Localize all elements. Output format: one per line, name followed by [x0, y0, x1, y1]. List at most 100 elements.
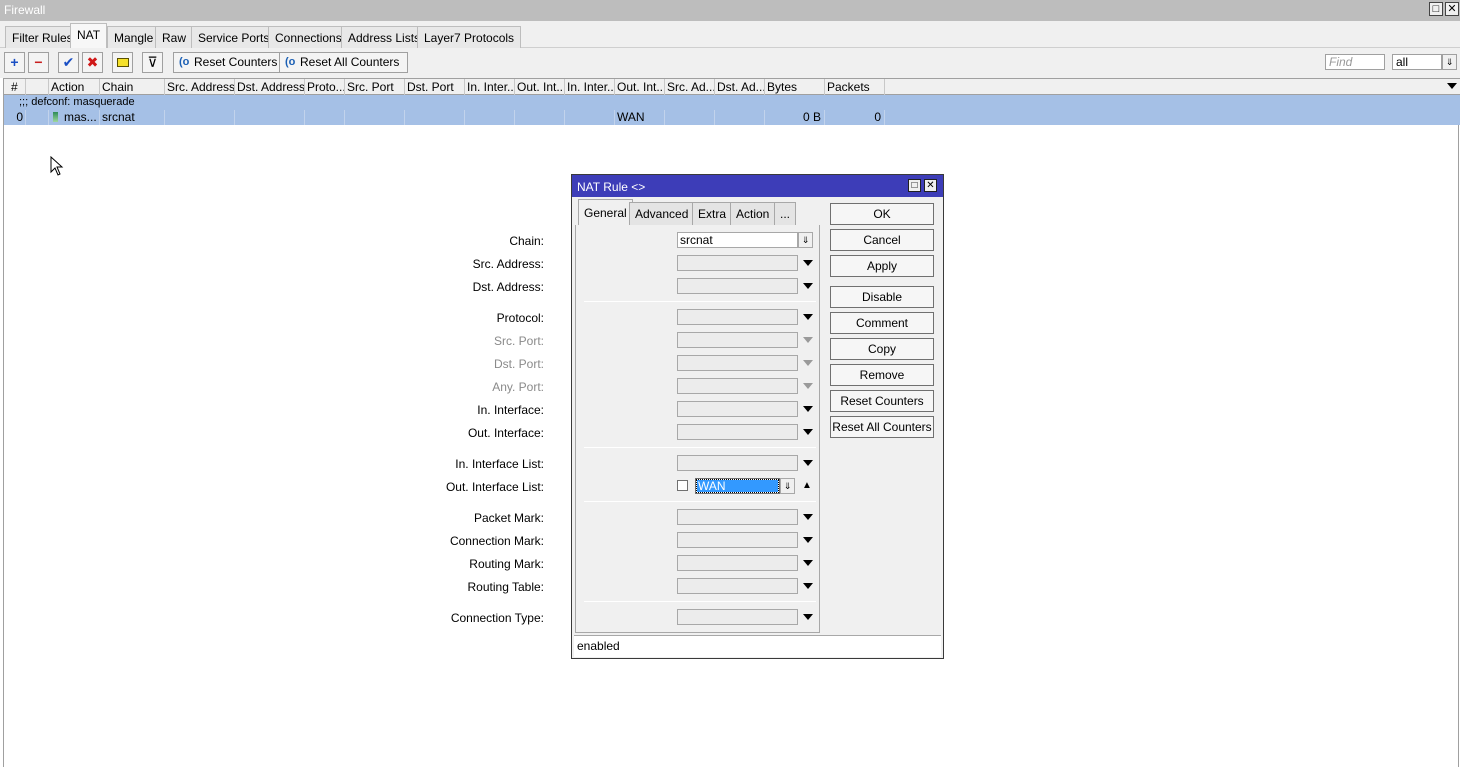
restore-icon[interactable]: □	[1429, 2, 1443, 16]
col-out-interface[interactable]: Out. Int...	[515, 79, 565, 95]
tab-filter-rules[interactable]: Filter Rules	[5, 26, 80, 48]
window-title: Firewall	[4, 3, 46, 17]
collapse-up-icon[interactable]: ▲	[802, 480, 812, 492]
comment-note-icon[interactable]	[112, 52, 133, 73]
ok-button[interactable]: OK	[830, 203, 934, 225]
toolbar: + − ✔ ✖ ⊽ (o Reset Counters (o Reset All…	[0, 48, 1460, 78]
col-dst-port[interactable]: Dst. Port	[405, 79, 465, 95]
comment-button[interactable]: Comment	[830, 312, 934, 334]
dialog-tab-action[interactable]: Action	[730, 202, 776, 225]
src-address-arrow-icon[interactable]	[803, 260, 813, 266]
reset-counters-button[interactable]: (o Reset Counters	[173, 52, 287, 73]
tab-address-lists[interactable]: Address Lists	[341, 26, 428, 48]
copy-button[interactable]: Copy	[830, 338, 934, 360]
column-menu-arrow-icon[interactable]	[1447, 83, 1457, 89]
routing-table-arrow-icon[interactable]	[803, 583, 813, 589]
col-action[interactable]: Action	[49, 79, 100, 95]
in-interface-label: In. Interface:	[477, 403, 544, 417]
col-src-port[interactable]: Src. Port	[345, 79, 405, 95]
out-interface-list-dropdown-icon[interactable]: ⇓	[780, 478, 795, 494]
out-interface-list-value: WAN	[696, 479, 779, 493]
tab-raw[interactable]: Raw	[155, 26, 194, 48]
col-bytes[interactable]: Bytes	[765, 79, 825, 95]
col-flags[interactable]	[26, 79, 49, 95]
reset-all-counters-button[interactable]: (o Reset All Counters	[279, 52, 409, 73]
out-interface-arrow-icon[interactable]	[803, 429, 813, 435]
col-packets[interactable]: Packets	[825, 79, 885, 95]
in-interface-field[interactable]	[677, 401, 798, 417]
table-row[interactable]: 0 mas... srcnat WAN 0 B 0	[4, 110, 1460, 125]
find-input[interactable]: Find	[1325, 54, 1385, 70]
chain-dropdown-icon[interactable]: ⇓	[798, 232, 813, 248]
reset-counters-label: Reset Counters	[194, 55, 278, 69]
routing-table-field[interactable]	[677, 578, 798, 594]
col-dst-address-list[interactable]: Dst. Ad...	[715, 79, 765, 95]
col-out-interface-list[interactable]: Out. Int...	[615, 79, 665, 95]
in-interface-arrow-icon[interactable]	[803, 406, 813, 412]
src-port-field	[677, 332, 798, 348]
dialog-status-bar: enabled	[574, 635, 941, 657]
dialog-tab-extra[interactable]: Extra	[692, 202, 733, 225]
in-interface-list-field[interactable]	[677, 455, 798, 471]
packet-mark-label: Packet Mark:	[473, 511, 544, 525]
col-in-interface[interactable]: In. Inter...	[465, 79, 515, 95]
dst-address-field[interactable]	[677, 278, 798, 294]
tab-connections[interactable]: Connections	[268, 26, 349, 48]
dialog-tab-advanced[interactable]: Advanced	[629, 202, 695, 225]
col-dst-address[interactable]: Dst. Address	[235, 79, 305, 95]
col-protocol[interactable]: Proto...	[305, 79, 345, 95]
chain-label: Chain:	[509, 234, 544, 248]
src-port-arrow-icon	[803, 337, 813, 343]
col-in-interface-list[interactable]: In. Inter...	[565, 79, 615, 95]
protocol-field[interactable]	[677, 309, 798, 325]
protocol-arrow-icon[interactable]	[803, 314, 813, 320]
packet-mark-arrow-icon[interactable]	[803, 514, 813, 520]
out-interface-field[interactable]	[677, 424, 798, 440]
connection-type-field[interactable]	[677, 609, 798, 625]
dialog-tab-general[interactable]: General	[578, 199, 633, 226]
any-port-arrow-icon	[803, 383, 813, 389]
connection-mark-field[interactable]	[677, 532, 798, 548]
out-interface-list-negate-checkbox[interactable]	[677, 480, 688, 491]
enable-check-icon[interactable]: ✔	[58, 52, 79, 73]
filter-select[interactable]: all	[1392, 54, 1442, 70]
row-src-address	[165, 110, 235, 125]
cancel-button[interactable]: Cancel	[830, 229, 934, 251]
filter-select-arrow-icon[interactable]: ⇓	[1442, 54, 1457, 70]
col-chain[interactable]: Chain	[100, 79, 165, 95]
rule-comment-row[interactable]: ;;; defconf: masquerade	[4, 95, 1460, 110]
reset-all-counters-dialog-button[interactable]: Reset All Counters	[830, 416, 934, 438]
connection-mark-label: Connection Mark:	[449, 534, 544, 548]
routing-mark-arrow-icon[interactable]	[803, 560, 813, 566]
dialog-close-icon[interactable]: ✕	[924, 179, 937, 192]
close-icon[interactable]: ✕	[1445, 2, 1459, 16]
filter-icon[interactable]: ⊽	[142, 52, 163, 73]
tab-nat[interactable]: NAT	[70, 23, 108, 48]
connection-type-arrow-icon[interactable]	[803, 614, 813, 620]
in-interface-list-arrow-icon[interactable]	[803, 460, 813, 466]
tab-layer7-protocols[interactable]: Layer7 Protocols	[417, 26, 522, 48]
dialog-tab-more[interactable]: ...	[774, 202, 797, 225]
connection-mark-arrow-icon[interactable]	[803, 537, 813, 543]
dst-address-label: Dst. Address:	[472, 280, 544, 294]
reset-counters-dialog-button[interactable]: Reset Counters	[830, 390, 934, 412]
dialog-restore-icon[interactable]: □	[908, 179, 921, 192]
src-address-field[interactable]	[677, 255, 798, 271]
col-src-address-list[interactable]: Src. Ad...	[665, 79, 715, 95]
tab-mangle[interactable]: Mangle	[107, 26, 161, 48]
routing-mark-field[interactable]	[677, 555, 798, 571]
col-number[interactable]: #	[4, 79, 26, 95]
out-interface-list-field[interactable]: WAN	[695, 478, 780, 494]
remove-icon[interactable]: −	[28, 52, 49, 73]
remove-button[interactable]: Remove	[830, 364, 934, 386]
chain-field[interactable]: srcnat	[677, 232, 798, 248]
apply-button[interactable]: Apply	[830, 255, 934, 277]
tab-service-ports[interactable]: Service Ports	[191, 26, 277, 48]
col-src-address[interactable]: Src. Address	[165, 79, 235, 95]
disable-x-icon[interactable]: ✖	[82, 52, 103, 73]
dst-address-arrow-icon[interactable]	[803, 283, 813, 289]
add-icon[interactable]: +	[4, 52, 25, 73]
row-dst-port	[405, 110, 465, 125]
disable-button[interactable]: Disable	[830, 286, 934, 308]
packet-mark-field[interactable]	[677, 509, 798, 525]
